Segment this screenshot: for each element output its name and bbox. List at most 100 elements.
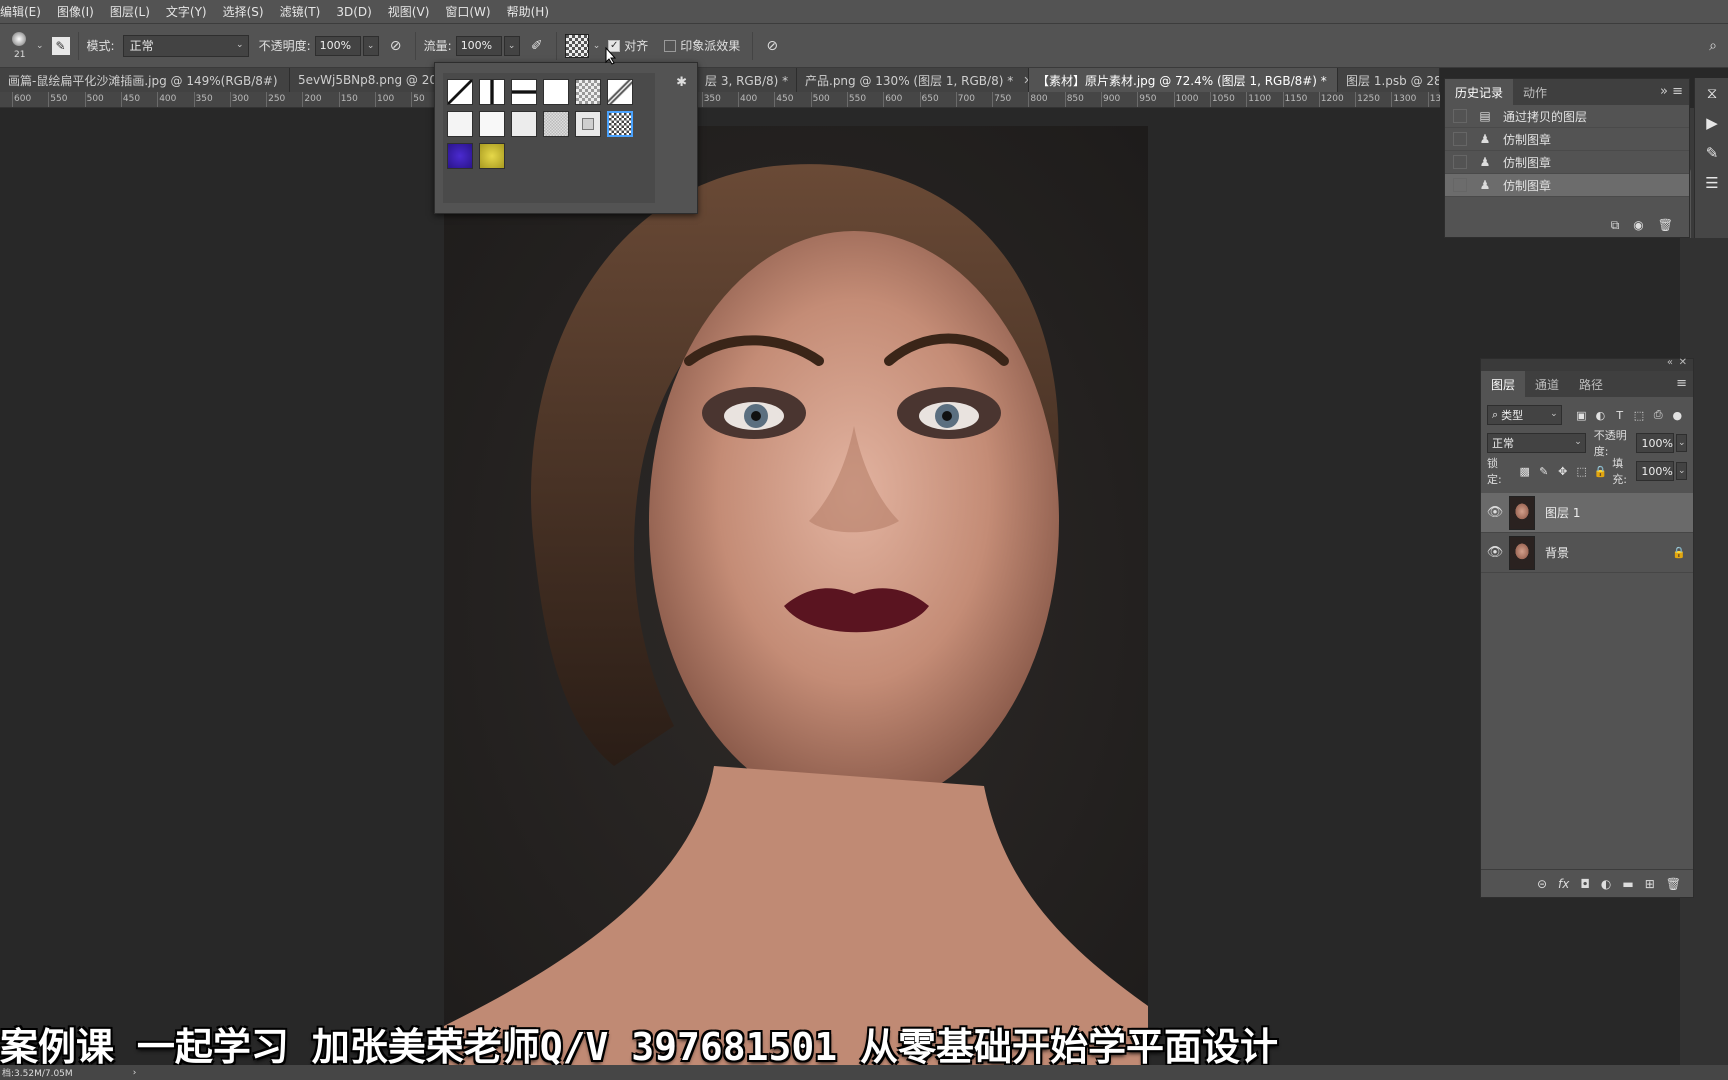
- pattern-swatch[interactable]: [479, 143, 505, 169]
- search-icon[interactable]: ⌕: [1702, 35, 1724, 57]
- flow-dropdown[interactable]: ⌄: [503, 35, 520, 56]
- trash-icon[interactable]: 🗑: [1666, 877, 1681, 891]
- menu-filter[interactable]: 滤镜(T): [272, 3, 329, 20]
- menu-3d[interactable]: 3D(D): [328, 5, 379, 19]
- camera-icon[interactable]: ◉: [1633, 218, 1643, 232]
- chevron-right-icon[interactable]: ›: [133, 1068, 137, 1078]
- lock-position-icon[interactable]: ✥: [1553, 465, 1572, 478]
- tab-channels[interactable]: 通道: [1525, 371, 1569, 397]
- lock-all-icon[interactable]: 🔒: [1591, 465, 1610, 478]
- blend-mode-select[interactable]: 正常 ⌄: [1487, 433, 1586, 453]
- panel-menu-icon[interactable]: ≡: [1676, 376, 1687, 391]
- smart-object-filter-icon[interactable]: ⎙: [1649, 408, 1668, 422]
- opacity-dropdown[interactable]: ⌄: [362, 35, 379, 56]
- impressionist-checkbox[interactable]: [664, 39, 677, 52]
- pattern-swatch[interactable]: [575, 111, 601, 137]
- pattern-swatch[interactable]: [447, 111, 473, 137]
- layer-row[interactable]: 👁 背景 🔒: [1481, 533, 1693, 573]
- brush-panel-toggle-icon[interactable]: ✎: [51, 36, 70, 55]
- doc-tab-4[interactable]: 产品.png @ 130% (图层 1, RGB/8) *✕: [797, 68, 1029, 92]
- lock-artboard-icon[interactable]: ⬚: [1572, 465, 1591, 478]
- new-document-from-state-icon[interactable]: ⧉: [1611, 218, 1620, 233]
- pattern-swatch[interactable]: [511, 111, 537, 137]
- pattern-swatch-selected[interactable]: [607, 111, 633, 137]
- menu-edit[interactable]: 编辑(E): [0, 3, 49, 20]
- adjustment-filter-icon[interactable]: ◐: [1591, 409, 1610, 422]
- lock-icon[interactable]: 🔒: [1665, 546, 1693, 559]
- pattern-swatch[interactable]: [447, 143, 473, 169]
- tab-paths[interactable]: 路径: [1569, 371, 1613, 397]
- history-brush-icon[interactable]: ⧖: [1695, 78, 1728, 108]
- play-icon[interactable]: ▶: [1695, 108, 1728, 138]
- mask-icon[interactable]: ◘: [1580, 877, 1590, 891]
- canvas-area[interactable]: [0, 108, 1680, 1065]
- folder-icon[interactable]: ▬: [1622, 877, 1633, 891]
- pattern-picker-button[interactable]: [564, 33, 589, 58]
- collapse-icon[interactable]: «: [1667, 357, 1673, 368]
- layer-filter-select[interactable]: ⌕ 类型 ⌄: [1487, 405, 1562, 425]
- doc-tab-3[interactable]: 层 3, RGB/8) *✕: [697, 68, 797, 92]
- layer-opacity-input[interactable]: 100%: [1636, 433, 1675, 453]
- link-icon[interactable]: ⊝: [1537, 877, 1547, 891]
- trash-icon[interactable]: 🗑: [1658, 218, 1673, 232]
- menu-layer[interactable]: 图层(L): [102, 3, 158, 20]
- menu-type[interactable]: 文字(Y): [158, 3, 215, 20]
- history-snapshot-box[interactable]: [1453, 178, 1467, 192]
- opacity-input[interactable]: 100%: [314, 35, 361, 56]
- history-item[interactable]: ♟ 仿制图章: [1445, 151, 1689, 174]
- pattern-swatch[interactable]: [543, 79, 569, 105]
- image-filter-icon[interactable]: ▣: [1572, 409, 1591, 422]
- history-snapshot-box[interactable]: [1453, 132, 1467, 146]
- doc-tab-active[interactable]: 【素材】原片素材.jpg @ 72.4% (图层 1, RGB/8#) *✕: [1029, 68, 1338, 92]
- menu-help[interactable]: 帮助(H): [499, 3, 557, 20]
- brush-preset-picker-button[interactable]: 21: [6, 26, 36, 66]
- pattern-swatch[interactable]: [543, 111, 569, 137]
- flow-input[interactable]: 100%: [455, 35, 502, 56]
- history-item[interactable]: ♟ 仿制图章: [1445, 128, 1689, 151]
- pressure-opacity-icon[interactable]: ⊘: [385, 35, 407, 57]
- tab-layers[interactable]: 图层: [1481, 371, 1526, 397]
- brush-icon[interactable]: ✎: [1695, 138, 1728, 168]
- gear-icon[interactable]: ✱: [676, 75, 687, 90]
- menu-view[interactable]: 视图(V): [380, 3, 438, 20]
- doc-tab-2[interactable]: 5evWj5BNp8.png @ 208: [290, 68, 435, 92]
- fx-icon[interactable]: fx: [1558, 877, 1569, 891]
- sliders-icon[interactable]: ☰: [1695, 168, 1728, 198]
- eye-icon[interactable]: 👁: [1481, 505, 1509, 520]
- menu-select[interactable]: 选择(S): [215, 3, 272, 20]
- lock-transparent-icon[interactable]: ▩: [1515, 465, 1534, 478]
- history-snapshot-box[interactable]: [1453, 109, 1467, 123]
- pressure-size-icon[interactable]: ⊘: [761, 35, 783, 57]
- history-item-selected[interactable]: ♟ 仿制图章: [1445, 174, 1689, 197]
- pattern-swatch[interactable]: [479, 79, 505, 105]
- tab-actions[interactable]: 动作: [1513, 79, 1557, 105]
- pattern-swatch[interactable]: [607, 79, 633, 105]
- type-filter-icon[interactable]: T: [1610, 409, 1629, 422]
- fill-input[interactable]: 100%: [1636, 461, 1675, 481]
- lock-pixels-icon[interactable]: ✎: [1534, 465, 1553, 478]
- pattern-swatch[interactable]: [575, 79, 601, 105]
- new-layer-icon[interactable]: ⊞: [1645, 877, 1655, 891]
- layer-opacity-dropdown[interactable]: ⌄: [1676, 434, 1687, 452]
- airbrush-icon[interactable]: ✐: [526, 35, 548, 57]
- tab-history[interactable]: 历史记录: [1445, 79, 1514, 105]
- portrait-photo[interactable]: [444, 126, 1148, 1065]
- close-icon[interactable]: ✕: [1679, 357, 1687, 368]
- eye-icon[interactable]: 👁: [1481, 545, 1509, 560]
- doc-tab-1[interactable]: 画篇-鼠绘扁平化沙滩插画.jpg @ 149%(RGB/8#)✕: [0, 68, 290, 92]
- chevron-down-icon[interactable]: ⌄: [593, 41, 601, 51]
- panel-menu-icon[interactable]: » ≡: [1660, 84, 1683, 99]
- filter-toggle-icon[interactable]: ●: [1668, 409, 1687, 422]
- layer-row-selected[interactable]: 👁 图层 1: [1481, 493, 1693, 533]
- menu-window[interactable]: 窗口(W): [437, 3, 498, 20]
- history-snapshot-box[interactable]: [1453, 155, 1467, 169]
- fill-dropdown[interactable]: ⌄: [1676, 462, 1688, 480]
- chevron-down-icon[interactable]: ⌄: [36, 41, 44, 51]
- menu-image[interactable]: 图像(I): [49, 3, 102, 20]
- history-item[interactable]: ▤ 通过拷贝的图层: [1445, 105, 1689, 128]
- pattern-swatch[interactable]: [479, 111, 505, 137]
- mode-select[interactable]: 正常 ⌄: [122, 34, 249, 57]
- shape-filter-icon[interactable]: ⬚: [1629, 409, 1648, 422]
- pattern-swatch[interactable]: [447, 79, 473, 105]
- pattern-swatch[interactable]: [511, 79, 537, 105]
